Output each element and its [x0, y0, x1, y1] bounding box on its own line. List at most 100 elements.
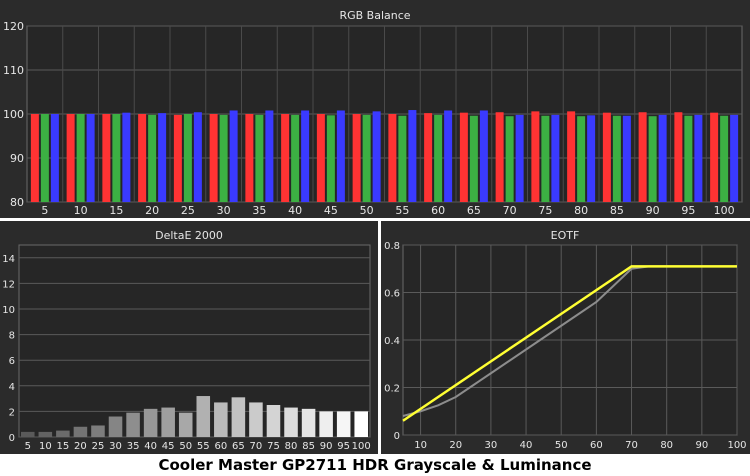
- rgb-y-tick-label: 110: [3, 64, 24, 77]
- deltae-bar: [214, 402, 228, 437]
- rgb-bar-green: [684, 115, 693, 202]
- rgb-bar-red: [674, 112, 683, 202]
- rgb-x-tick-label: 70: [503, 204, 517, 217]
- deltae-x-tick-label: 55: [197, 441, 210, 452]
- rgb-bar-green: [291, 114, 300, 202]
- rgb-bar-green: [505, 116, 514, 202]
- deltae-bar: [38, 431, 53, 437]
- figure-caption: Cooler Master GP2711 HDR Grayscale & Lum…: [158, 456, 592, 474]
- deltae-bar: [143, 408, 158, 437]
- deltae-bar: [231, 397, 246, 437]
- deltae-y-tick-label: 2: [9, 407, 15, 418]
- eotf-x-tick-label: 40: [520, 440, 533, 451]
- deltae-y-tick-label: 0: [9, 433, 15, 444]
- rgb-bar-green: [183, 114, 192, 202]
- deltae-title: DeltaE 2000: [155, 229, 223, 242]
- deltae-x-tick-label: 70: [250, 441, 263, 452]
- rgb-bar-red: [495, 112, 504, 202]
- rgb-bar-green: [148, 114, 157, 202]
- rgb-y-tick-label: 90: [10, 152, 24, 165]
- rgb-bar-red: [567, 111, 576, 202]
- deltae-bar: [91, 425, 105, 437]
- deltae-plot: DeltaE 2000 0 2 4 6 8 10 12 14 5 10 15 20 25 30 35 40 45…: [2, 229, 371, 452]
- eotf-x-tick-label: 10: [414, 440, 427, 451]
- rgb-bar-green: [434, 114, 443, 202]
- rgb-bar-blue: [229, 110, 238, 202]
- rgb-bar-green: [469, 115, 478, 202]
- eotf-x-tick-label: 50: [555, 440, 568, 451]
- rgb-x-tick-label: 40: [288, 204, 302, 217]
- rgb-y-tick-label: 80: [10, 196, 24, 209]
- rgb-x-tick-label: 10: [74, 204, 88, 217]
- eotf-x-tick-label: 80: [660, 440, 673, 451]
- deltae-bar: [319, 411, 333, 437]
- rgb-bar-green: [541, 115, 550, 202]
- eotf-y-tick-label: 0.4: [384, 336, 400, 347]
- rgb-x-tick-label: 20: [145, 204, 159, 217]
- rgb-bar-blue: [193, 112, 202, 202]
- deltae-bar: [249, 402, 263, 437]
- deltae-x-tick-label: 85: [302, 441, 315, 452]
- rgb-balance-plot: RGB Balance 80 90 100 110 120 5 10 15 20 25 30 35 40…: [3, 9, 743, 217]
- rgb-bar-blue: [515, 114, 524, 202]
- rgb-bar-green: [612, 115, 621, 202]
- deltae-bar: [126, 412, 140, 437]
- rgb-bar-red: [352, 114, 361, 202]
- eotf-x-tick-label: 70: [625, 440, 638, 451]
- deltae-x-tick-label: 30: [109, 441, 122, 452]
- rgb-bar-blue: [122, 112, 131, 202]
- rgb-bar-red: [531, 111, 540, 202]
- rgb-bar-green: [76, 114, 85, 202]
- rgb-bar-green: [648, 116, 657, 202]
- deltae-bar: [21, 431, 35, 437]
- rgb-bar-red: [209, 114, 218, 202]
- rgb-bar-red: [173, 114, 182, 202]
- deltae-x-tick-label: 65: [232, 441, 245, 452]
- rgb-bar-blue: [336, 110, 345, 202]
- eotf-y-tick-label: 0: [394, 431, 400, 442]
- deltae-y-tick-label: 14: [2, 254, 15, 265]
- eotf-y-tick-label: 0.2: [384, 384, 400, 395]
- rgb-x-tick-label: 90: [646, 204, 660, 217]
- deltae-x-tick-label: 80: [285, 441, 298, 452]
- deltae-bar: [336, 411, 351, 437]
- deltae-x-tick-label: 50: [179, 441, 192, 452]
- rgb-x-tick-label: 15: [109, 204, 123, 217]
- rgb-bar-blue: [622, 115, 631, 202]
- eotf-title: EOTF: [551, 229, 580, 242]
- rgb-bar-blue: [86, 114, 95, 202]
- rgb-x-tick-label: 95: [681, 204, 695, 217]
- rgb-bar-blue: [551, 114, 560, 202]
- rgb-bar-red: [638, 112, 647, 202]
- eotf-plot: EOTF 0 0.2 0.4 0.6 0.8 10 20 30 40 50 60 70 80 90 100: [384, 229, 746, 451]
- deltae-x-tick-label: 25: [92, 441, 105, 452]
- deltae-bar: [196, 396, 211, 437]
- rgb-bar-blue: [587, 115, 596, 202]
- deltae-y-tick-label: 8: [9, 331, 15, 342]
- rgb-bar-red: [710, 112, 719, 202]
- rgb-x-tick-label: 60: [431, 204, 445, 217]
- deltae-bar: [284, 407, 298, 437]
- deltae-bar: [301, 408, 316, 437]
- rgb-x-tick-label: 65: [467, 204, 481, 217]
- rgb-bar-green: [362, 114, 371, 202]
- rgb-x-tick-label: 55: [395, 204, 409, 217]
- eotf-chart: EOTF 0 0.2 0.4 0.6 0.8 10 20 30 40 50 60 70 80 90 100: [381, 221, 750, 454]
- rgb-bar-green: [577, 116, 586, 202]
- rgb-bar-red: [459, 112, 468, 202]
- deltae-bar: [178, 412, 193, 437]
- rgb-balance-title: RGB Balance: [339, 9, 410, 22]
- deltae-bar: [266, 405, 281, 437]
- rgb-bar-blue: [479, 110, 488, 202]
- rgb-x-tick-label: 5: [41, 204, 48, 217]
- eotf-x-tick-label: 100: [727, 440, 746, 451]
- rgb-bar-blue: [301, 110, 310, 202]
- rgb-bar-blue: [50, 114, 59, 202]
- rgb-bar-red: [245, 114, 254, 202]
- deltae-y-tick-label: 12: [2, 279, 15, 290]
- deltae-chart: DeltaE 2000 0 2 4 6 8 10 12 14 5 10 15 20 25 30 35 40 45…: [0, 221, 378, 454]
- deltae-bar: [73, 426, 88, 437]
- deltae-x-tick-label: 5: [25, 441, 31, 452]
- deltae-bar: [56, 430, 70, 437]
- rgb-x-tick-label: 75: [538, 204, 552, 217]
